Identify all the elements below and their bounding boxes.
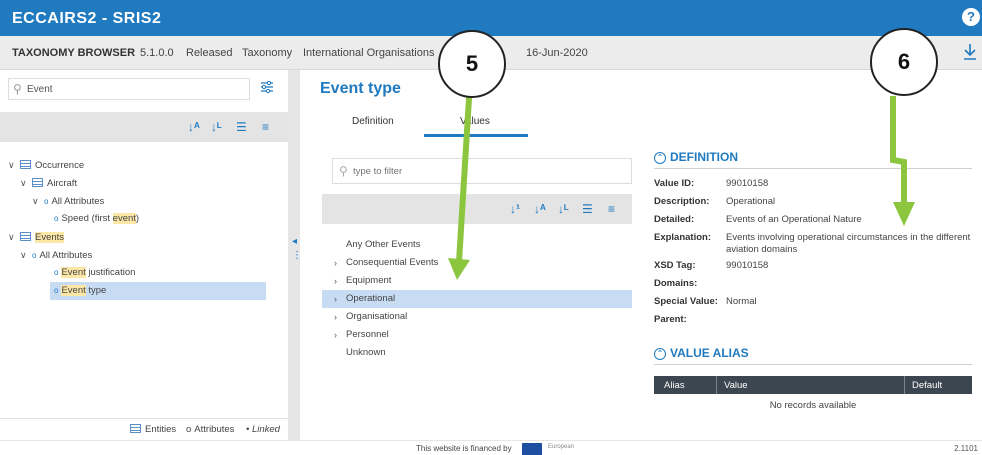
- app-version: 2.1101: [954, 444, 978, 453]
- callout-5: 5: [438, 30, 506, 98]
- eu-text: European: [548, 444, 575, 450]
- callout-6: 6: [870, 28, 938, 96]
- footer: This website is financed by European 2.1…: [0, 440, 982, 455]
- financed-text: This website is financed by: [416, 444, 512, 453]
- eu-flag-icon: [522, 443, 542, 455]
